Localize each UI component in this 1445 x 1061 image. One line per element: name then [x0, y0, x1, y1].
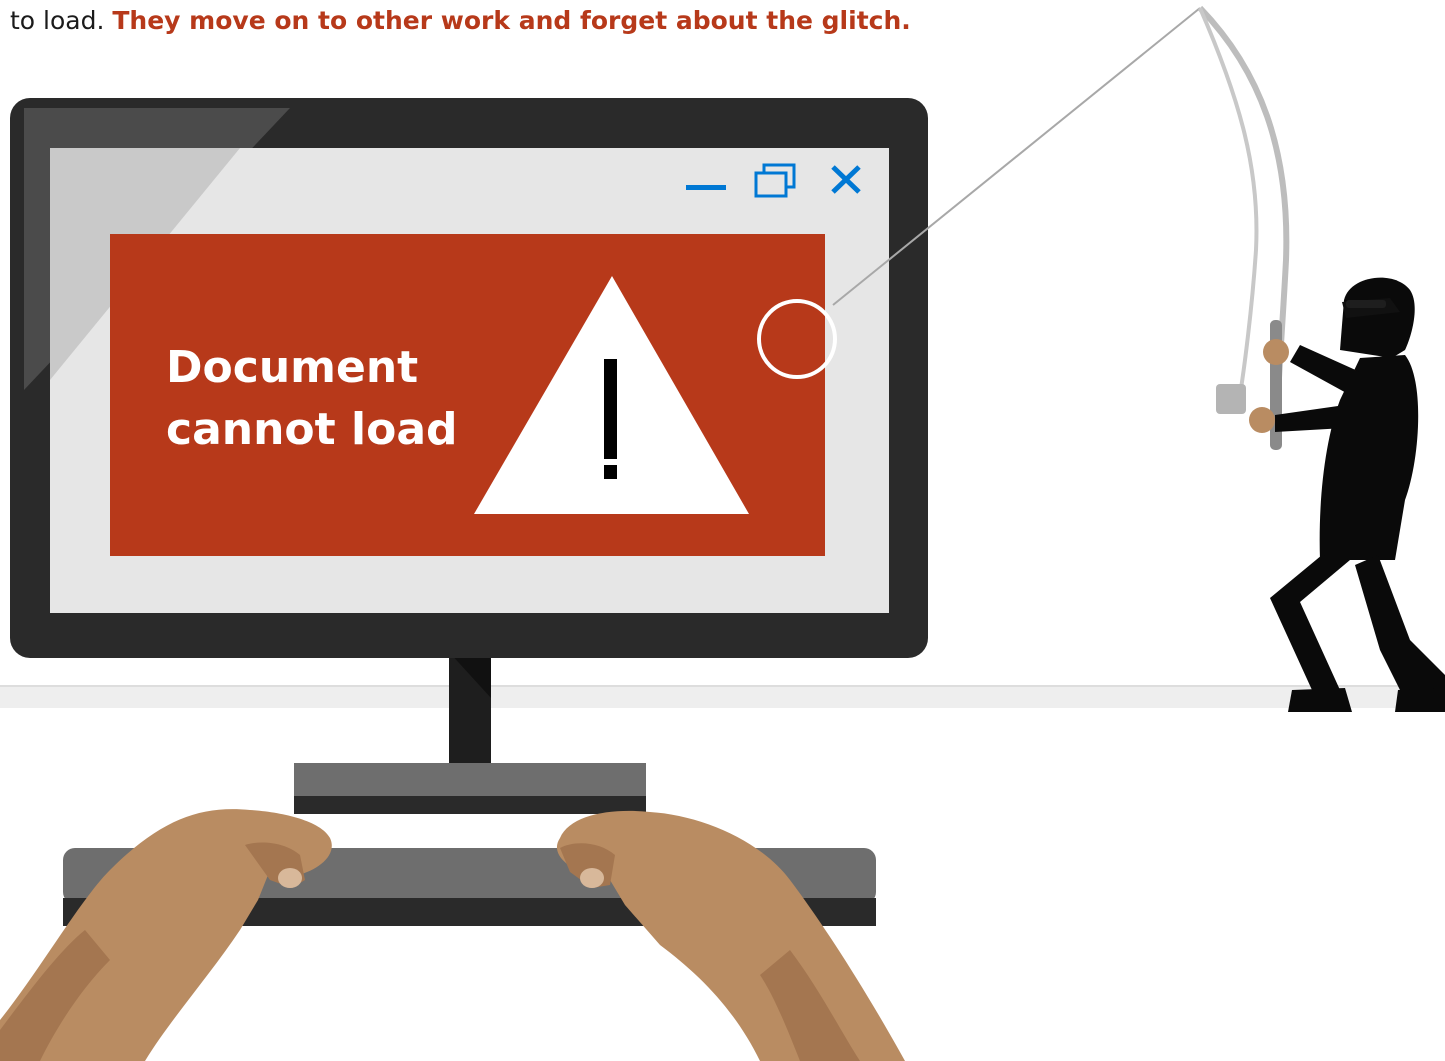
close-icon — [831, 165, 861, 194]
fishing-rod-icon — [1197, 5, 1290, 450]
floor-band — [0, 686, 1445, 708]
minimize-icon — [686, 185, 726, 190]
left-hand — [0, 809, 332, 1061]
illustration-scene — [0, 5, 1445, 1061]
restore-icon — [754, 163, 796, 198]
minimize-button[interactable] — [684, 176, 728, 202]
hacker-figure — [1249, 277, 1445, 712]
error-title-line-1: Document — [166, 342, 419, 393]
restore-button[interactable] — [752, 162, 800, 200]
close-button[interactable] — [826, 162, 866, 198]
monitor-stand — [294, 652, 646, 814]
error-title-line-2: cannot load — [166, 404, 458, 455]
error-message: Document cannot load — [166, 337, 496, 461]
